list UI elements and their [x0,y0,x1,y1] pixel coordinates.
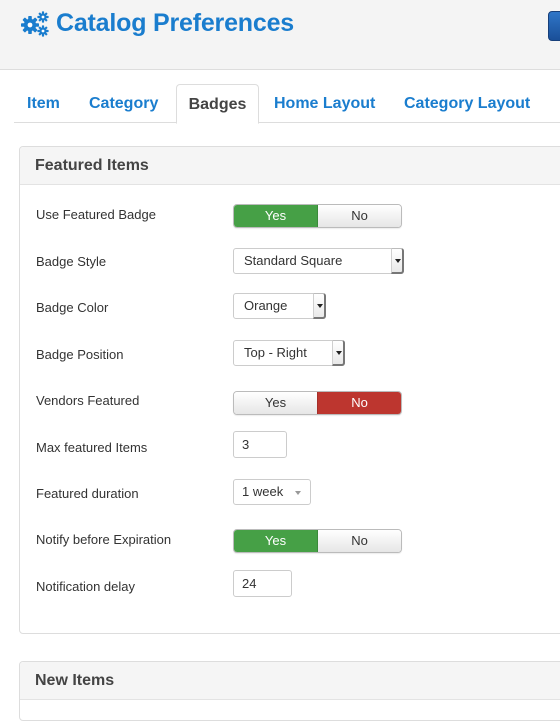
badge-color-select[interactable]: Orange [233,293,326,319]
yes-option[interactable]: Yes [234,392,317,414]
notification-delay-input[interactable] [233,570,292,597]
tab-item[interactable]: Item [27,84,60,123]
yes-option[interactable]: Yes [234,205,318,227]
tab-category-layout[interactable]: Category Layout [404,84,530,123]
field-label: Notification delay [36,579,135,594]
featured-duration-row: Featured duration 1 week [36,479,311,515]
field-label: Max featured Items [36,440,148,455]
no-option[interactable]: No [318,205,401,227]
page-title: Catalog Preferences [56,9,294,37]
field-label: Badge Position [36,347,124,362]
dropdown-arrow-icon [332,340,345,366]
use-featured-badge-toggle: Yes No [233,204,402,228]
badge-style-row: Badge Style Standard Square [36,248,404,283]
field-label: Use Featured Badge [36,207,156,222]
selected-value: Standard Square [244,253,343,268]
field-label: Featured duration [36,486,139,501]
caret-down-icon [295,491,301,495]
tab-category[interactable]: Category [89,84,158,123]
badge-color-row: Badge Color Orange [36,293,326,329]
max-featured-items-input[interactable] [233,431,287,458]
badge-position-row: Badge Position Top - Right [36,340,345,376]
no-option[interactable]: No [317,392,401,414]
tab-bar: Item Category Badges Home Layout Categor… [14,84,560,124]
field-label: Vendors Featured [36,393,140,408]
field-label: Notify before Expiration [36,532,172,547]
notify-before-expiration-toggle: Yes No [233,529,402,553]
badge-position-select[interactable]: Top - Right [233,340,345,366]
selected-value: Top - Right [244,345,307,360]
dropdown-arrow-icon [391,248,404,274]
new-items-panel: New Items [19,661,560,721]
tab-badges[interactable]: Badges [176,84,259,124]
no-option[interactable]: No [318,530,401,552]
field-label: Badge Style [36,254,107,269]
panel-heading: New Items [20,662,560,700]
yes-option[interactable]: Yes [234,530,318,552]
selected-value: 1 week [242,484,284,499]
field-label: Badge Color [36,300,109,315]
tab-home-layout[interactable]: Home Layout [274,84,375,123]
selected-value: Orange [244,298,288,313]
gears-icon [21,10,49,37]
featured-duration-select[interactable]: 1 week [233,479,311,505]
panel-heading: Featured Items [20,147,560,185]
title-wrap: Catalog Preferences [20,9,294,38]
page-header: Catalog Preferences [0,0,560,70]
featured-items-panel: Featured Items Use Featured Badge Yes No… [19,146,560,634]
vendors-featured-toggle: Yes No [233,391,402,415]
toolbar-save-button[interactable] [548,11,560,41]
badge-style-select[interactable]: Standard Square [233,248,404,274]
dropdown-arrow-icon [313,293,326,319]
